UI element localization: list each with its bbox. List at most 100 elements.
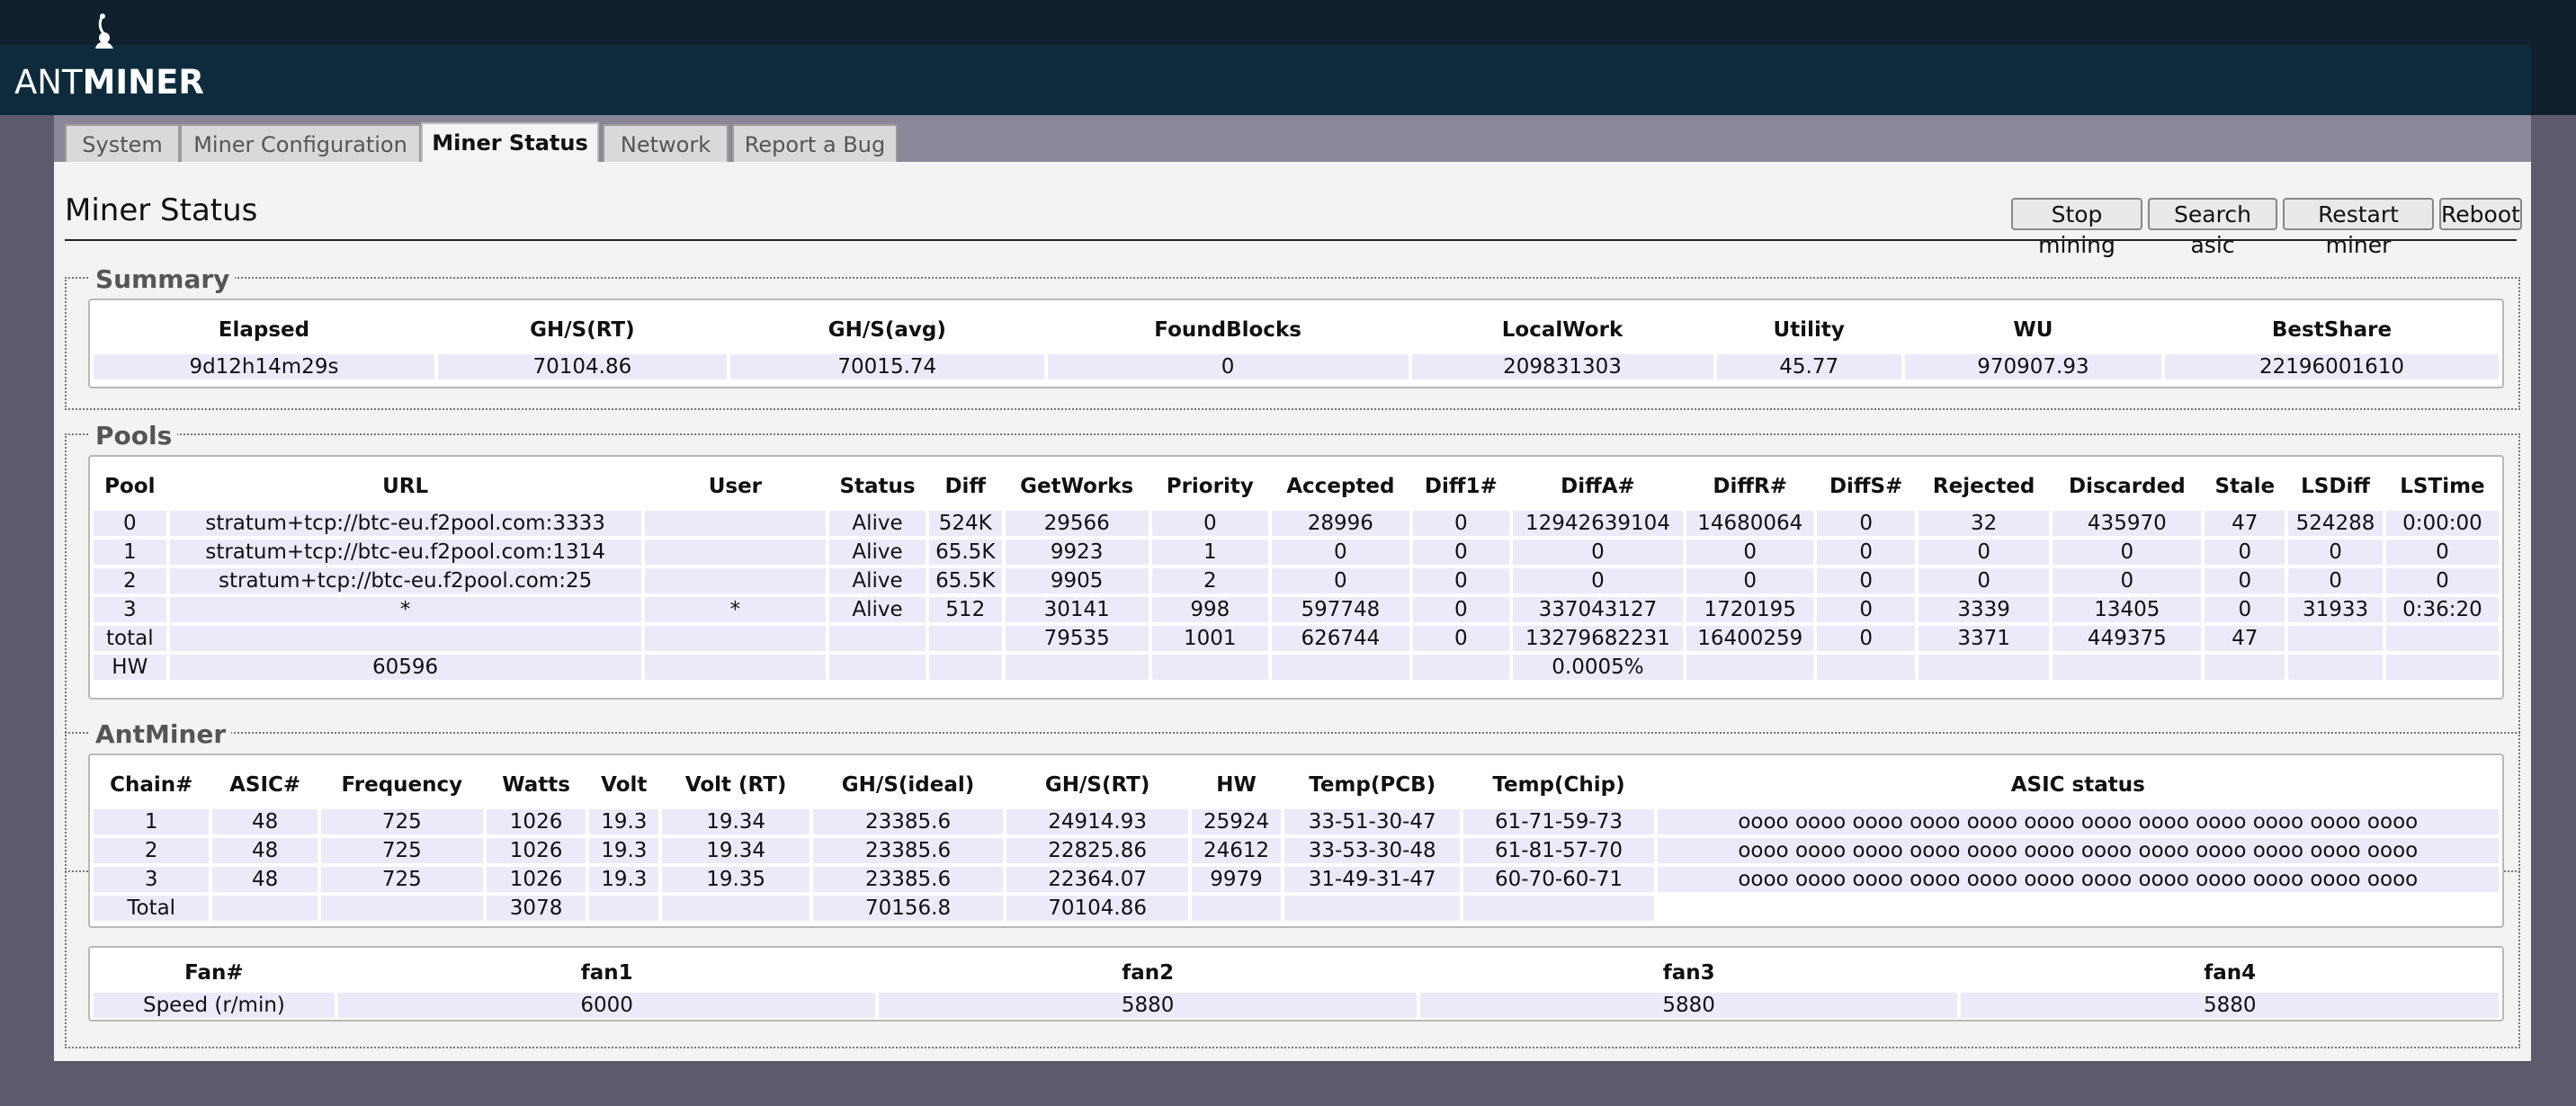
pools-header-cell: Priority — [1166, 475, 1254, 498]
pool-cell: Alive — [829, 540, 926, 565]
pool-cell: 1 — [94, 540, 166, 565]
search-asic-button[interactable]: Search asic — [2148, 198, 2277, 258]
pool-row: 0 stratum+tcp://btc-eu.f2pool.com:3333 Ali… — [94, 511, 2499, 536]
chain-cell: 22364.07 — [1006, 867, 1189, 892]
summary-header-cell: Elapsed — [218, 318, 310, 342]
antminer-header-cell: ASIC status — [2010, 773, 2145, 797]
fans-header-cell: Fan# — [184, 961, 244, 985]
pool-cell: 31933 — [2288, 597, 2383, 622]
pools-header-cell: Diff1# — [1424, 475, 1498, 498]
pool-cell: 0 — [1686, 540, 1814, 565]
pool-cell: 29566 — [1005, 511, 1149, 536]
chain-cell: 19.35 — [662, 867, 809, 892]
summary-legend: Summary — [90, 264, 236, 294]
asic-status-cell: oooo oooo oooo oooo oooo oooo oooo oooo … — [1657, 838, 2499, 863]
pool-cell — [2385, 655, 2499, 680]
pool-cell: 32 — [1919, 511, 2050, 536]
pool-cell: 0 — [2205, 597, 2285, 622]
fan-speed-cell: 5880 — [879, 993, 1417, 1018]
pools-table: Pool URL User Status Diff GetWorks Priority Acc… — [90, 462, 2502, 683]
pool-cell: 435970 — [2053, 511, 2202, 536]
antminer-header-cell: Watts — [502, 773, 570, 797]
antminer-logo[interactable]: ANTMINER — [14, 13, 204, 103]
header-bar: ANTMINER — [0, 0, 2576, 115]
pool-cell: 0 — [1817, 540, 1916, 565]
pool-cell: 512 — [928, 597, 1002, 622]
antminer-header-cell: Temp(Chip) — [1492, 773, 1625, 797]
asic-status-cell: oooo oooo oooo oooo oooo oooo oooo oooo … — [1657, 809, 2499, 834]
fan-speed-cell: 5880 — [1961, 993, 2499, 1018]
pools-header-cell: URL — [382, 475, 429, 498]
pools-header-cell: Status — [839, 475, 916, 498]
pool-cell — [1919, 655, 2050, 680]
tab-miner-status[interactable]: Miner Status — [421, 122, 599, 164]
pool-cell: 9923 — [1005, 540, 1149, 565]
reboot-button[interactable]: Reboot — [2439, 198, 2522, 230]
action-buttons: Stop mining Search asic Restart miner Re… — [2011, 198, 2522, 258]
pool-cell: 0 — [1412, 626, 1509, 651]
pools-box: Pool URL User Status Diff GetWorks Priority Acc… — [88, 455, 2504, 700]
chain-cell: 9979 — [1192, 867, 1281, 892]
pool-cell: 0 — [2385, 540, 2499, 565]
chain-total-blank — [589, 896, 659, 921]
summary-value-cell: 70104.86 — [437, 354, 727, 379]
pool-cell: HW — [94, 655, 166, 680]
pool-cell — [1817, 655, 1916, 680]
chain-cell: 19.3 — [589, 838, 659, 863]
fans-header-cell: fan2 — [1122, 961, 1175, 985]
pool-cell — [1412, 655, 1509, 680]
pool-cell: * — [644, 597, 827, 622]
fans-header-row: Fan# fan1 fan2 fan3 fan4 — [94, 957, 2499, 989]
pool-cell: 0 — [1271, 540, 1409, 565]
pool-cell: 0 — [1817, 568, 1916, 593]
antminer-section: AntMiner Chain# ASIC# Frequency Watts Volt Vo… — [65, 719, 2520, 1048]
pool-cell — [644, 511, 827, 536]
pools-header-cell: User — [708, 475, 763, 498]
pool-cell — [2385, 626, 2499, 651]
chain-cell: 725 — [320, 867, 483, 892]
pool-cell: 9905 — [1005, 568, 1149, 593]
pool-cell: 65.5K — [928, 540, 1002, 565]
pool-cell: 47 — [2205, 511, 2285, 536]
chain-total-blank — [662, 896, 809, 921]
pool-cell: 2 — [94, 568, 166, 593]
chain-cell: 19.3 — [589, 809, 659, 834]
pool-cell: stratum+tcp://btc-eu.f2pool.com:25 — [169, 568, 641, 593]
chain-total-cell: 70104.86 — [1006, 896, 1189, 921]
tab-system[interactable]: System — [65, 124, 180, 162]
pool-cell — [1271, 655, 1409, 680]
chain-cell: 19.3 — [589, 867, 659, 892]
pool-cell: 0 — [2205, 540, 2285, 565]
chain-cell: 48 — [212, 867, 318, 892]
pool-cell: 0 — [1412, 511, 1509, 536]
pools-header-cell: DiffR# — [1713, 475, 1788, 498]
chain-row: 2 48 725 1026 19.3 19.34 23385.6 22825.86 24612 3… — [94, 838, 2499, 863]
chain-cell: 725 — [320, 809, 483, 834]
summary-header-cell: FoundBlocks — [1154, 318, 1301, 342]
pool-cell: 1720195 — [1686, 597, 1814, 622]
tab-report-a-bug[interactable]: Report a Bug — [732, 124, 898, 162]
summary-section: Summary Elapsed GH/S(RT) GH/S(avg) FoundBlo… — [65, 264, 2520, 410]
chain-cell: 23385.6 — [812, 809, 1004, 834]
pool-cell: 0 — [1412, 540, 1509, 565]
pools-header-cell: Stale — [2214, 475, 2276, 498]
stop-mining-button[interactable]: Stop mining — [2011, 198, 2142, 258]
restart-miner-button[interactable]: Restart miner — [2283, 198, 2434, 258]
pool-row: total 79535 1001 626744 0 13279682231 16400259… — [94, 626, 2499, 651]
pool-cell — [928, 655, 1002, 680]
pools-header-cell: Accepted — [1286, 475, 1395, 498]
pool-cell: 14680064 — [1686, 511, 1814, 536]
pool-cell: 0 — [1151, 511, 1268, 536]
chain-total-cell: 3078 — [486, 896, 586, 921]
header-band — [0, 45, 2531, 115]
chain-total-blank — [212, 896, 318, 921]
pool-cell: 0 — [1412, 597, 1509, 622]
pool-cell: 0 — [1817, 511, 1916, 536]
tab-miner-configuration[interactable]: Miner Configuration — [180, 124, 421, 162]
tab-network[interactable]: Network — [603, 124, 729, 162]
pools-header-cell: LSDiff — [2301, 475, 2370, 498]
summary-table: Elapsed GH/S(RT) GH/S(avg) FoundBlocks Local… — [90, 306, 2502, 383]
pool-cell — [2288, 655, 2383, 680]
chain-cell: 24612 — [1192, 838, 1281, 863]
pool-cell: 60596 — [169, 655, 641, 680]
